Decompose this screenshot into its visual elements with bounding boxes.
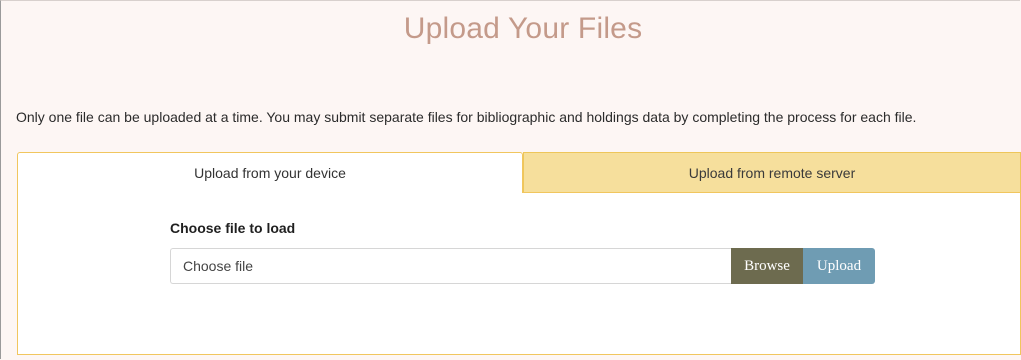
tab-upload-from-device[interactable]: Upload from your device xyxy=(17,152,523,193)
upload-button[interactable]: Upload xyxy=(803,248,875,284)
upload-instructions: Only one file can be uploaded at a time.… xyxy=(16,109,917,125)
choose-file-label: Choose file to load xyxy=(170,220,296,236)
file-input-placeholder: Choose file xyxy=(183,258,254,274)
tab-upload-from-remote-server[interactable]: Upload from remote server xyxy=(523,152,1021,193)
upload-source-tabs: Upload from your device Upload from remo… xyxy=(17,152,1021,193)
page-title: Upload Your Files xyxy=(403,12,643,45)
file-input[interactable]: Choose file xyxy=(170,248,731,284)
browse-button[interactable]: Browse xyxy=(731,248,803,284)
